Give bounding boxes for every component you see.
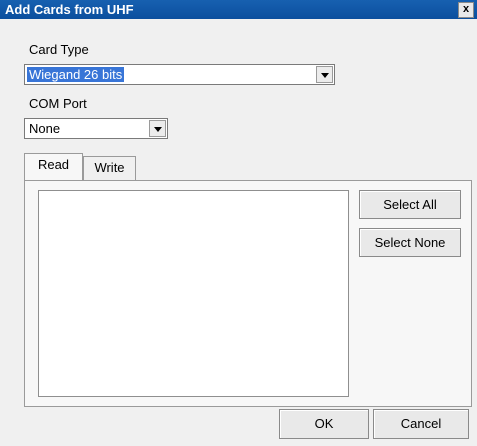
close-icon[interactable]: x [458, 2, 474, 18]
ok-button[interactable]: OK [279, 409, 369, 439]
com-port-label: COM Port [29, 96, 87, 111]
select-all-button[interactable]: Select All [359, 190, 461, 219]
card-type-label: Card Type [29, 42, 89, 57]
card-type-select[interactable]: Wiegand 26 bits [24, 64, 335, 85]
cancel-button[interactable]: Cancel [373, 409, 469, 439]
tab-read[interactable]: Read [24, 153, 83, 180]
card-type-value: Wiegand 26 bits [27, 67, 125, 82]
card-list[interactable] [38, 190, 349, 397]
chevron-down-icon[interactable] [316, 66, 333, 83]
com-port-select[interactable]: None [24, 118, 168, 139]
select-none-button[interactable]: Select None [359, 228, 461, 257]
tab-write[interactable]: Write [83, 156, 136, 180]
com-port-value: None [29, 121, 61, 136]
title-bar: Add Cards from UHF x [0, 0, 477, 19]
chevron-down-icon[interactable] [149, 120, 166, 137]
window-title: Add Cards from UHF [5, 2, 134, 17]
